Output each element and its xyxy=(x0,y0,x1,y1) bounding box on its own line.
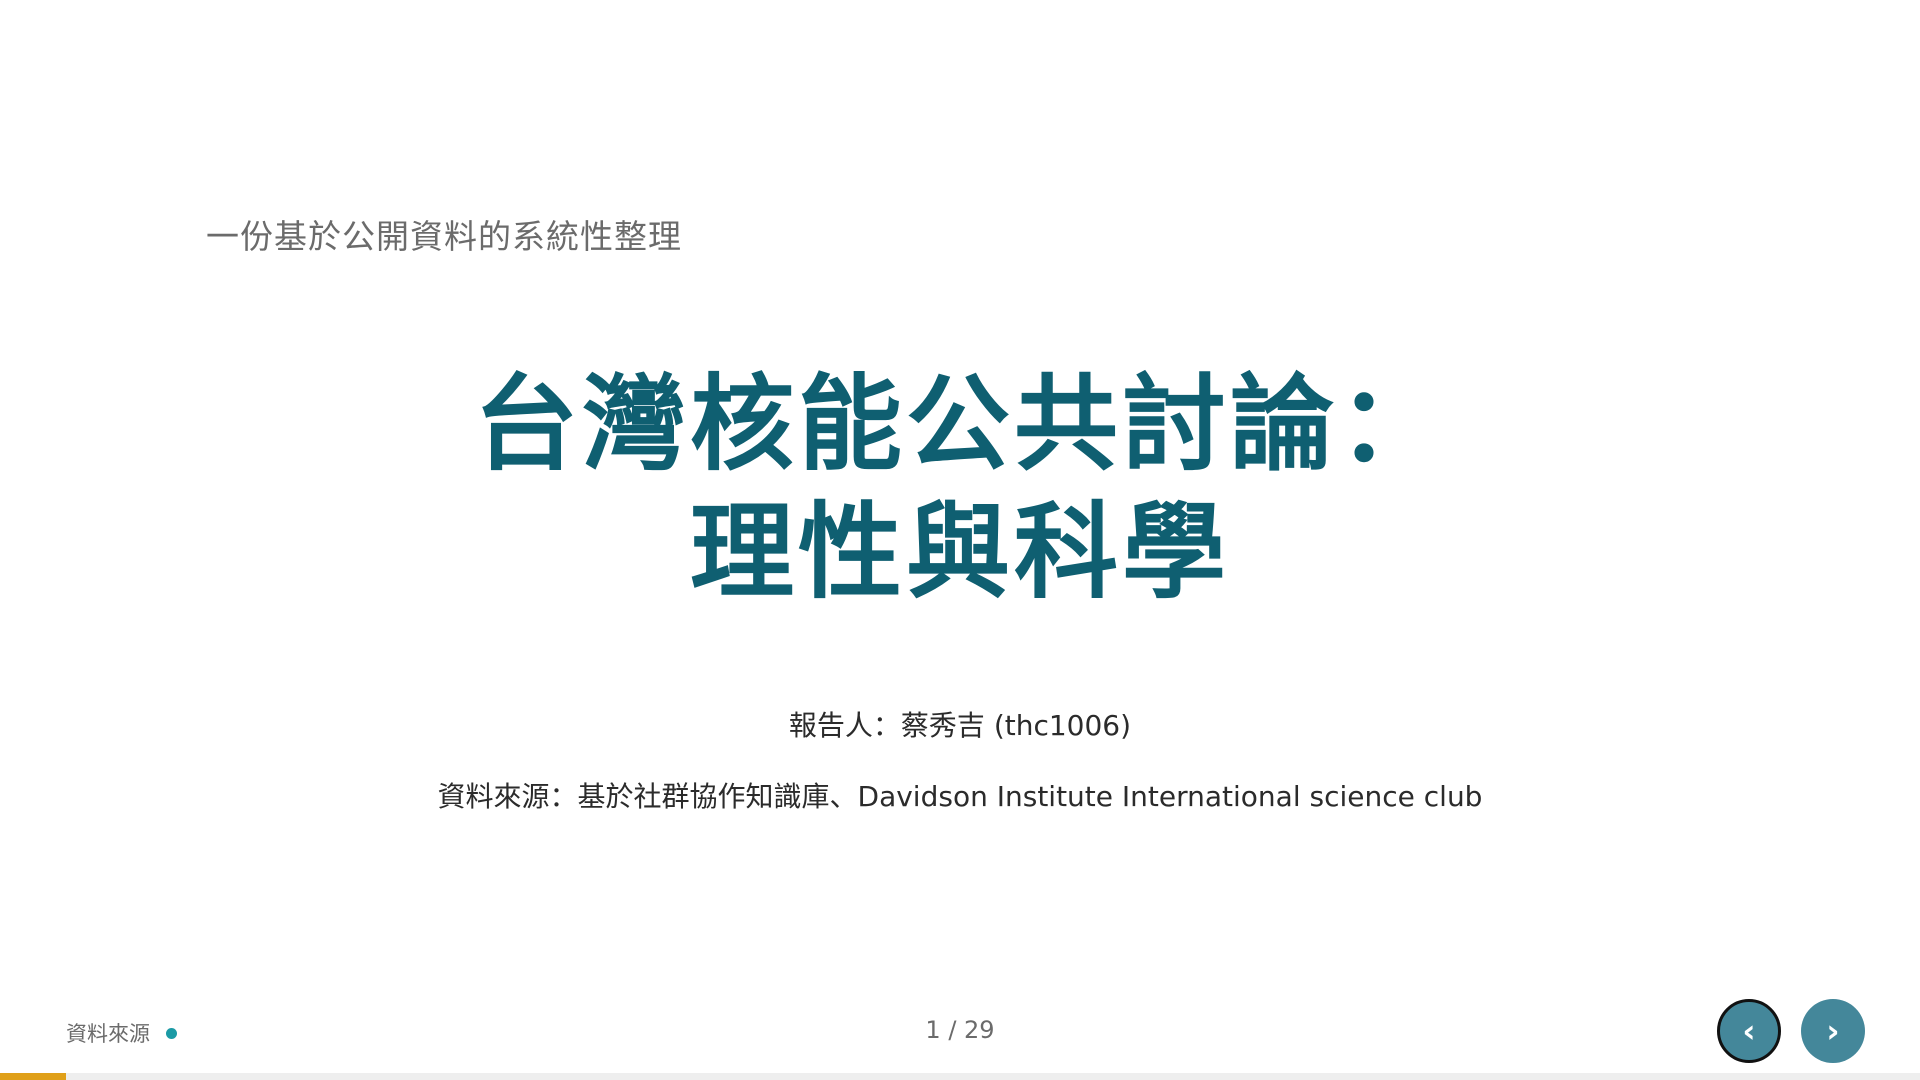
presenter-line: 報告人：蔡秀吉 (thc1006) xyxy=(788,709,1132,742)
next-slide-button[interactable]: › xyxy=(1801,999,1865,1063)
slide-title: 台灣核能公共討論： 理性與科學 xyxy=(0,360,1920,616)
slide-title-line-2: 理性與科學 xyxy=(689,491,1230,613)
chevron-right-icon: › xyxy=(1826,1012,1840,1050)
progress-bar xyxy=(0,1073,1920,1080)
progress-bar-fill xyxy=(0,1073,67,1080)
page-counter: 1 / 29 xyxy=(925,1016,995,1044)
chevron-left-icon: ‹ xyxy=(1742,1012,1756,1050)
slide: 一份基於公開資料的系統性整理 台灣核能公共討論： 理性與科學 報告人：蔡秀吉 (… xyxy=(0,0,1920,1080)
slide-title-line-1: 台灣核能公共討論： xyxy=(473,363,1446,485)
slide-subtitle: 一份基於公開資料的系統性整理 xyxy=(206,217,682,256)
source-line: 資料來源：基於社群協作知識庫、Davidson Institute Intern… xyxy=(437,780,1483,813)
previous-slide-button[interactable]: ‹ xyxy=(1717,999,1781,1063)
